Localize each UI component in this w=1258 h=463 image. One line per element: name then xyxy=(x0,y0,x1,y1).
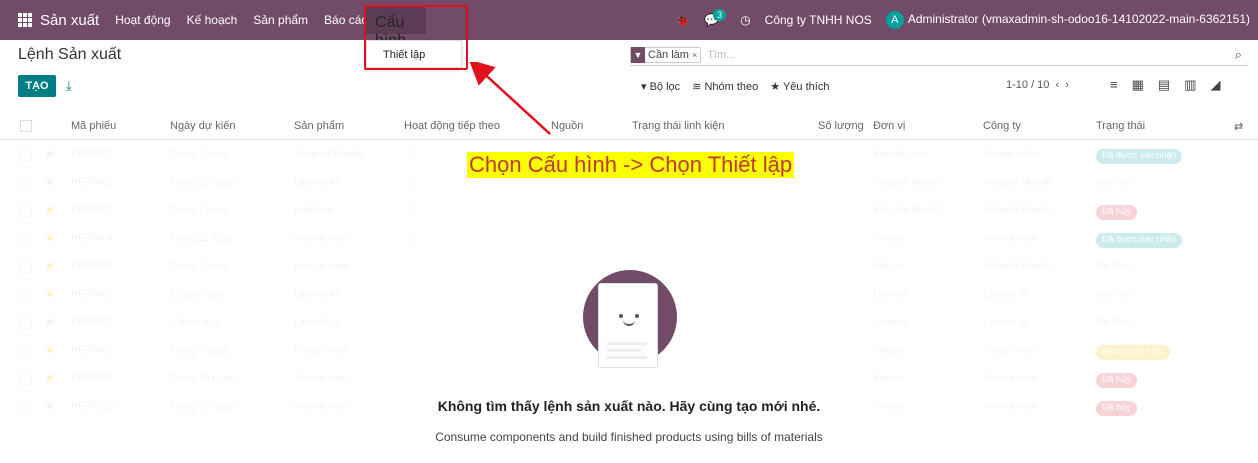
groupby-label: Nhóm theo xyxy=(704,81,759,93)
menu-item-planning[interactable]: Kế hoạch xyxy=(187,13,238,27)
filter-toolbar: ▾ Bộ lọc ≋ Nhóm theo ★ Yêu thích xyxy=(641,80,829,93)
user-menu[interactable]: A Administrator (vmaxadmin-sh-odoo16-1410… xyxy=(885,11,1250,29)
menu-item-products[interactable]: Sản phẩm xyxy=(253,13,308,27)
favorites-label: Yêu thích xyxy=(782,81,830,93)
search-facet[interactable]: ▼ Cần làm × xyxy=(630,46,702,63)
avatar: A xyxy=(885,11,904,29)
kanban-view-icon[interactable]: ▦ xyxy=(1132,77,1144,93)
pager-value[interactable]: 1-10 / 10 xyxy=(1006,79,1049,91)
search-input[interactable]: Tìm... xyxy=(707,49,735,61)
create-button[interactable]: TẠO xyxy=(18,75,56,97)
empty-state-title: Không tìm thấy lệnh sản xuất nào. Hãy cù… xyxy=(437,398,821,414)
favorites-dropdown[interactable]: ★ Yêu thích xyxy=(770,80,829,93)
graph-view-icon[interactable]: ◢ xyxy=(1210,77,1220,93)
smiling-document-icon xyxy=(598,283,658,368)
message-count-badge: 3 xyxy=(713,9,727,21)
list-view-icon[interactable]: ≡ xyxy=(1110,77,1118,93)
clock-icon[interactable]: ◷ xyxy=(740,13,750,27)
empty-state-subtitle: Consume components and build finished pr… xyxy=(435,430,823,444)
search-icon[interactable]: ⌕ xyxy=(1235,47,1242,63)
column-status[interactable]: Trạng thái xyxy=(1096,120,1145,132)
filter-label: Bộ lọc xyxy=(649,81,681,93)
company-switcher[interactable]: Công ty TNHH NOS xyxy=(765,13,872,27)
filter-dropdown[interactable]: ▾ Bộ lọc xyxy=(641,80,680,93)
filter-icon: ▼ xyxy=(631,46,645,63)
column-company[interactable]: Công ty xyxy=(983,120,1021,132)
annotation-highlight-box xyxy=(364,5,468,70)
column-product[interactable]: Sản phẩm xyxy=(294,120,344,132)
calendar-view-icon[interactable]: ▤ xyxy=(1158,77,1170,93)
chat-icon[interactable]: 💬3 xyxy=(704,9,727,27)
facet-remove-icon[interactable]: × xyxy=(692,50,700,60)
pager[interactable]: 1-10 / 10 ‹ › xyxy=(1006,79,1069,91)
user-name: Administrator (vmaxadmin-sh-odoo16-14102… xyxy=(907,12,1250,26)
menu-item-reporting[interactable]: Báo cáo xyxy=(324,13,368,27)
search-bar[interactable]: ▼ Cần làm × Tìm... ⌕ xyxy=(630,44,1248,66)
page-title: Lệnh Sản xuất xyxy=(18,46,122,63)
facet-label: Cần làm xyxy=(648,48,689,61)
column-date[interactable]: Ngày dự kiến xyxy=(170,120,235,132)
pivot-view-icon[interactable]: ▥ xyxy=(1184,77,1196,93)
top-navbar: Sản xuất Hoạt động Kế hoạch Sản phẩm Báo… xyxy=(0,0,1258,40)
download-icon[interactable]: ⤓ xyxy=(66,78,72,94)
groupby-dropdown[interactable]: ≋ Nhóm theo xyxy=(692,80,758,93)
menu-item-operations[interactable]: Hoạt động xyxy=(115,13,170,27)
view-switcher: ≡ ▦ ▤ ▥ ◢ xyxy=(1110,77,1220,93)
annotation-text: Chọn Cấu hình -> Chọn Thiết lập xyxy=(467,152,795,178)
optional-columns-icon[interactable]: ⇄ xyxy=(1234,120,1243,133)
annotation-arrow xyxy=(470,62,551,135)
app-brand[interactable]: Sản xuất xyxy=(40,12,99,29)
column-ref[interactable]: Mã phiếu xyxy=(71,120,116,132)
bug-icon[interactable]: 🐞 xyxy=(675,13,690,27)
apps-menu-icon[interactable] xyxy=(18,13,32,27)
column-component-status[interactable]: Trạng thái linh kiện xyxy=(632,120,725,132)
table-header: Mã phiếu Ngày dự kiến Sản phẩm Hoạt động… xyxy=(0,112,1258,140)
select-all-checkbox[interactable] xyxy=(20,120,32,132)
column-uom[interactable]: Đơn vị xyxy=(873,120,905,132)
column-quantity[interactable]: Số lượng xyxy=(818,120,864,132)
